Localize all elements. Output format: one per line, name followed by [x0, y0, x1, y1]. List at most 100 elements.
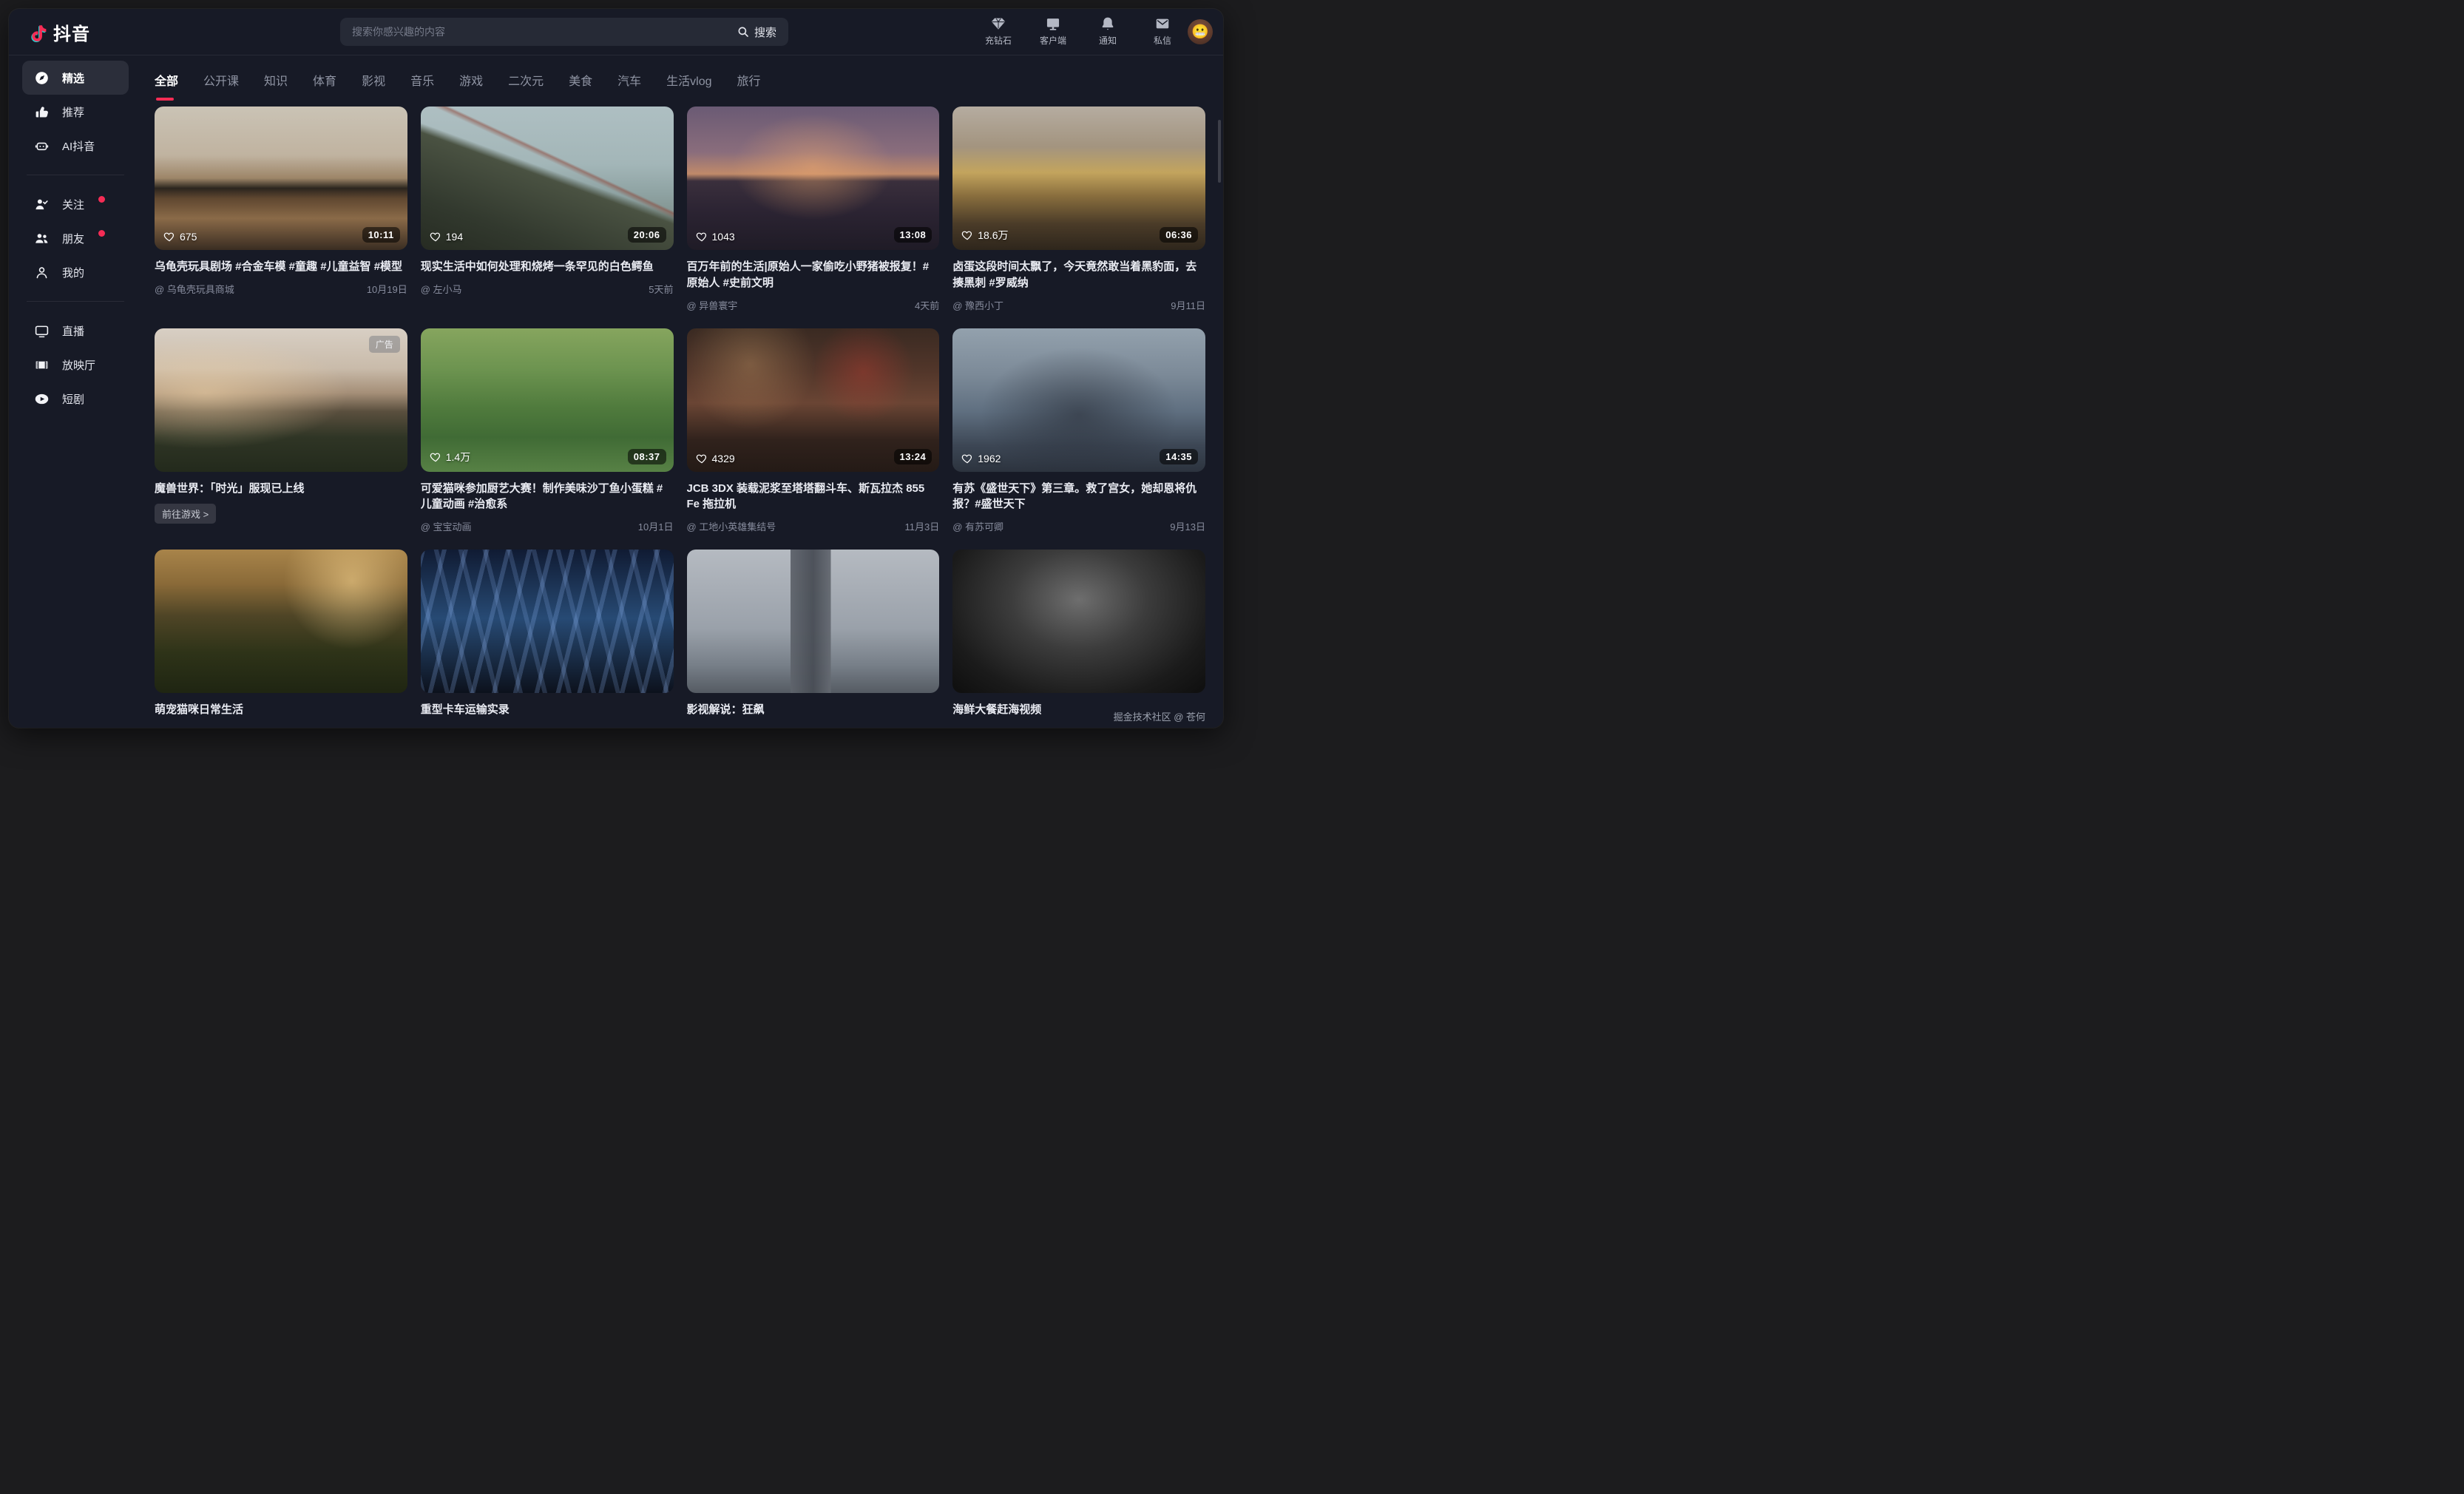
user-check-icon: [33, 197, 50, 212]
top-header: 抖音 搜索 充钻石: [9, 9, 1223, 55]
scrollbar-thumb[interactable]: [1218, 120, 1221, 183]
video-author[interactable]: @ 有苏可卿: [952, 519, 1003, 533]
video-title[interactable]: JCB 3DX 装载泥浆至塔塔翻斗车、斯瓦拉杰 855 Fe 拖拉机: [687, 481, 940, 513]
sidebar-item-live[interactable]: 直播: [22, 314, 129, 348]
video-author[interactable]: @ 乌龟壳玩具商城: [155, 282, 234, 296]
video-title[interactable]: 可爱猫咪参加厨艺大赛！制作美味沙丁鱼小蛋糕 #儿童动画 #治愈系: [421, 481, 674, 513]
video-author[interactable]: @ 左小马: [421, 282, 462, 296]
sidebar: 精选 推荐 AI抖音: [9, 55, 142, 728]
recharge-button[interactable]: 充钻石: [982, 16, 1015, 47]
notifications-button[interactable]: 通知: [1091, 16, 1124, 47]
sidebar-item-following[interactable]: 关注: [22, 187, 129, 221]
video-title[interactable]: 卤蛋这段时间太飘了，今天竟然敢当着黑豹面，去揍黑刺 #罗威纳: [952, 259, 1205, 291]
duration-badge: 06:36: [1160, 227, 1198, 243]
search-button[interactable]: 搜索: [725, 18, 788, 46]
notification-dot: [98, 196, 105, 203]
like-count: 18.6万: [961, 228, 1008, 243]
sidebar-item-recommend[interactable]: 推荐: [22, 95, 129, 129]
tab-food[interactable]: 美食: [569, 71, 592, 101]
video-title[interactable]: 有苏《盛世天下》第三章。救了宫女，她却恩将仇报？#盛世天下: [952, 481, 1205, 513]
tab-knowledge[interactable]: 知识: [264, 71, 288, 101]
sidebar-item-friends[interactable]: 朋友: [22, 221, 129, 255]
video-date: 10月1日: [638, 519, 674, 533]
video-card: 18.6万 06:36 卤蛋这段时间太飘了，今天竟然敢当着黑豹面，去揍黑刺 #罗…: [952, 107, 1205, 312]
video-thumbnail[interactable]: 广告: [155, 328, 407, 472]
video-card: 海鲜大餐赶海视频: [952, 550, 1205, 718]
video-thumbnail[interactable]: 675 10:11: [155, 107, 407, 250]
like-count: 1962: [961, 453, 1001, 464]
tab-life-vlog[interactable]: 生活vlog: [666, 71, 711, 101]
douyin-logo[interactable]: 抖音: [28, 19, 90, 45]
tab-all[interactable]: 全部: [155, 71, 178, 101]
video-thumbnail[interactable]: [687, 550, 940, 693]
video-thumbnail[interactable]: [155, 550, 407, 693]
sidebar-item-profile[interactable]: 我的: [22, 255, 129, 289]
video-thumbnail[interactable]: 1.4万 08:37: [421, 328, 674, 472]
client-button[interactable]: 客户端: [1037, 16, 1069, 47]
tab-cars[interactable]: 汽车: [617, 71, 641, 101]
video-author[interactable]: @ 豫西小丁: [952, 298, 1003, 312]
diamond-icon: [990, 16, 1006, 32]
video-card: 1962 14:35 有苏《盛世天下》第三章。救了宫女，她却恩将仇报？#盛世天下…: [952, 328, 1205, 534]
sidebar-item-short-drama[interactable]: 短剧: [22, 382, 129, 416]
tab-open-course[interactable]: 公开课: [203, 71, 239, 101]
video-thumbnail[interactable]: 4329 13:24: [687, 328, 940, 472]
video-title[interactable]: 萌宠猫咪日常生活: [155, 702, 407, 718]
action-label: 客户端: [1040, 34, 1066, 47]
sidebar-item-label: 放映厅: [62, 357, 95, 373]
heart-icon: [163, 231, 175, 243]
video-card: 重型卡车运输实录: [421, 550, 674, 718]
video-card: 1.4万 08:37 可爱猫咪参加厨艺大赛！制作美味沙丁鱼小蛋糕 #儿童动画 #…: [421, 328, 674, 534]
video-title[interactable]: 乌龟壳玩具剧场 #合金车模 #童趣 #儿童益智 #模型: [155, 259, 407, 275]
tab-games[interactable]: 游戏: [459, 71, 483, 101]
tiktok-note-icon: [28, 23, 47, 42]
like-count: 4329: [696, 453, 735, 464]
sidebar-item-label: 朋友: [62, 231, 84, 246]
tab-movies[interactable]: 影视: [362, 71, 385, 101]
video-author[interactable]: @ 工地小英雄集结号: [687, 519, 776, 533]
video-thumbnail[interactable]: [421, 550, 674, 693]
search-icon: [737, 25, 750, 38]
video-author[interactable]: @ 异兽寰宇: [687, 298, 738, 312]
sidebar-item-label: 精选: [62, 70, 84, 86]
video-title[interactable]: 重型卡车运输实录: [421, 702, 674, 718]
video-thumbnail[interactable]: 1962 14:35: [952, 328, 1205, 472]
sidebar-divider: [27, 301, 124, 302]
robot-icon: [33, 138, 50, 154]
video-title[interactable]: 魔兽世界：「时光」服现已上线: [155, 481, 407, 497]
duration-badge: 20:06: [628, 227, 666, 243]
video-thumbnail[interactable]: [952, 550, 1205, 693]
tab-music[interactable]: 音乐: [410, 71, 434, 101]
heart-icon: [430, 451, 441, 463]
sidebar-group-feeds: 精选 推荐 AI抖音: [9, 55, 142, 169]
video-thumbnail[interactable]: 194 20:06: [421, 107, 674, 250]
video-thumbnail[interactable]: 18.6万 06:36: [952, 107, 1205, 250]
like-count: 1.4万: [430, 450, 470, 464]
video-title[interactable]: 影视解说：狂飙: [687, 702, 940, 718]
notification-dot: [98, 230, 105, 237]
video-thumbnail[interactable]: 1043 13:08: [687, 107, 940, 250]
tab-travel[interactable]: 旅行: [737, 71, 761, 101]
video-title[interactable]: 现实生活中如何处理和烧烤一条罕见的白色鳄鱼: [421, 259, 674, 275]
sidebar-item-featured[interactable]: 精选: [22, 61, 129, 95]
sidebar-group-social: 关注 朋友: [9, 181, 142, 295]
active-tab-underline: [156, 98, 174, 101]
sidebar-item-cinema[interactable]: 放映厅: [22, 348, 129, 382]
play-icon: [33, 391, 50, 407]
like-count: 675: [163, 231, 197, 243]
messages-button[interactable]: 私信: [1146, 16, 1179, 47]
video-title[interactable]: 百万年前的生活|原始人一家偷吃小野猪被报复！#原始人 #史前文明: [687, 259, 940, 291]
video-author[interactable]: @ 宝宝动画: [421, 519, 472, 533]
avatar[interactable]: 😬: [1188, 19, 1213, 44]
search-input[interactable]: [340, 26, 725, 38]
go-to-game-button[interactable]: 前往游戏 >: [155, 504, 216, 524]
douyin-window: 抖音 搜索 充钻石: [9, 9, 1223, 728]
live-icon: [33, 323, 50, 339]
tab-anime[interactable]: 二次元: [508, 71, 544, 101]
thumb-up-icon: [33, 104, 50, 120]
sidebar-item-label: 直播: [62, 323, 84, 339]
tab-sports[interactable]: 体育: [313, 71, 336, 101]
sidebar-item-ai-douyin[interactable]: AI抖音: [22, 129, 129, 163]
video-date: 4天前: [915, 298, 939, 312]
header-actions: 充钻石 客户端 通知: [982, 16, 1179, 47]
